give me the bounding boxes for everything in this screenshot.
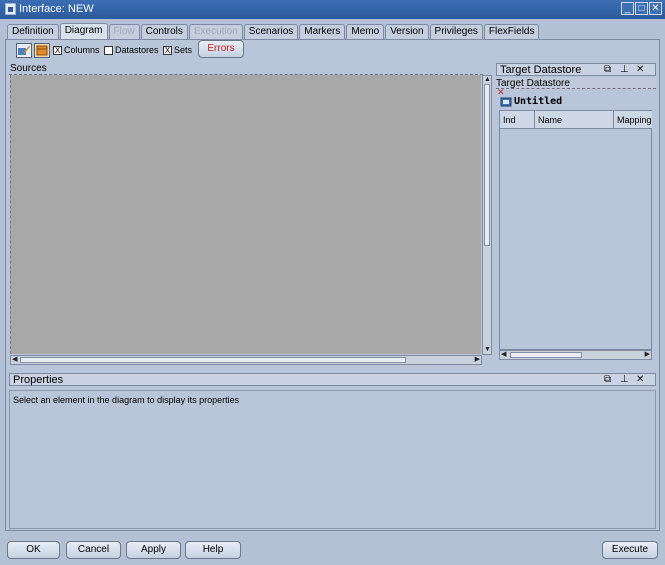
- target-panel-title: Target Datastore: [496, 63, 656, 76]
- scroll-left-icon[interactable]: ◀: [12, 356, 17, 364]
- scroll-thumb[interactable]: [510, 352, 582, 358]
- scroll-right-icon[interactable]: ▶: [645, 351, 650, 359]
- tab-flexfields[interactable]: FlexFields: [483, 24, 540, 39]
- scroll-up-icon[interactable]: ▲: [484, 76, 491, 84]
- target-horizontal-scrollbar[interactable]: ◀ ▶: [499, 350, 652, 360]
- tab-privileges[interactable]: Privileges: [429, 24, 483, 39]
- app-icon: [5, 3, 16, 15]
- close-button[interactable]: ✕: [649, 2, 662, 15]
- datastores-checkbox[interactable]: [104, 45, 113, 55]
- datastore-icon: [500, 96, 512, 110]
- help-button[interactable]: Help: [185, 541, 241, 559]
- close-panel-icon[interactable]: ✕: [636, 375, 644, 385]
- properties-body: [9, 390, 656, 529]
- scroll-thumb[interactable]: [20, 357, 406, 363]
- target-mapping-table[interactable]: Ind Name Mapping: [499, 110, 652, 350]
- properties-hint: Select an element in the diagram to disp…: [13, 395, 240, 405]
- properties-panel-title: Properties: [9, 373, 656, 386]
- scroll-down-icon[interactable]: ▼: [484, 346, 491, 354]
- apply-button[interactable]: Apply: [126, 541, 181, 559]
- properties-title-text: Properties: [13, 374, 64, 386]
- tab-bar: Definition Diagram Flow Controls Executi…: [7, 23, 540, 39]
- maximize-button[interactable]: □: [635, 2, 648, 15]
- pin-icon[interactable]: ⊥: [620, 65, 629, 75]
- sets-label: Sets: [174, 45, 193, 55]
- tab-definition[interactable]: Definition: [7, 24, 59, 39]
- column-header-mapping[interactable]: Mapping: [614, 111, 652, 129]
- tab-controls[interactable]: Controls: [140, 24, 188, 39]
- float-icon[interactable]: ⧉: [604, 65, 611, 75]
- tab-execution: Execution: [188, 24, 243, 39]
- sources-header: Sources: [9, 63, 483, 75]
- tab-flow: Flow: [108, 24, 140, 39]
- column-header-ind[interactable]: Ind: [500, 111, 535, 129]
- sources-horizontal-scrollbar[interactable]: ◀ ▶: [10, 355, 482, 365]
- cancel-button[interactable]: Cancel: [66, 541, 121, 559]
- columns-checkbox[interactable]: X: [53, 45, 62, 55]
- tab-memo[interactable]: Memo: [346, 24, 385, 39]
- sources-vertical-scrollbar[interactable]: ▲ ▼: [482, 75, 492, 355]
- float-icon[interactable]: ⧉: [604, 375, 611, 385]
- target-panel-title-text: Target Datastore: [500, 64, 582, 76]
- sources-diagram-canvas[interactable]: [10, 75, 481, 354]
- minimize-button[interactable]: _: [621, 2, 634, 15]
- target-subheader-text: Target Datastore: [496, 78, 570, 89]
- target-datastore-subheader: Target Datastore: [496, 78, 656, 89]
- tab-scenarios[interactable]: Scenarios: [243, 24, 299, 39]
- column-header-name[interactable]: Name: [535, 111, 614, 129]
- columns-toggle[interactable]: X Columns: [53, 45, 100, 55]
- ok-button[interactable]: OK: [7, 541, 60, 559]
- table-icon[interactable]: [34, 43, 50, 58]
- errors-button[interactable]: Errors: [198, 40, 244, 58]
- pin-icon[interactable]: ⊥: [620, 375, 629, 385]
- execute-button[interactable]: Execute: [602, 541, 658, 559]
- sets-toggle[interactable]: X Sets: [163, 45, 192, 55]
- scroll-left-icon[interactable]: ◀: [501, 351, 506, 359]
- close-panel-icon[interactable]: ✕: [636, 65, 644, 75]
- scroll-right-icon[interactable]: ▶: [475, 356, 480, 364]
- sets-checkbox[interactable]: X: [163, 45, 172, 55]
- tab-markers[interactable]: Markers: [299, 24, 346, 39]
- datastores-toggle[interactable]: Datastores: [104, 45, 159, 55]
- datastores-label: Datastores: [115, 45, 159, 55]
- window-title: Interface: NEW: [19, 3, 94, 15]
- columns-label: Columns: [64, 45, 100, 55]
- window-titlebar[interactable]: Interface: NEW _ □ ✕: [0, 0, 665, 19]
- scroll-thumb[interactable]: [484, 84, 490, 246]
- target-datastore-name[interactable]: Untitled: [514, 96, 562, 107]
- tab-diagram[interactable]: Diagram: [59, 23, 108, 39]
- edit-diagram-icon[interactable]: [16, 43, 32, 58]
- tab-version[interactable]: Version: [385, 24, 429, 39]
